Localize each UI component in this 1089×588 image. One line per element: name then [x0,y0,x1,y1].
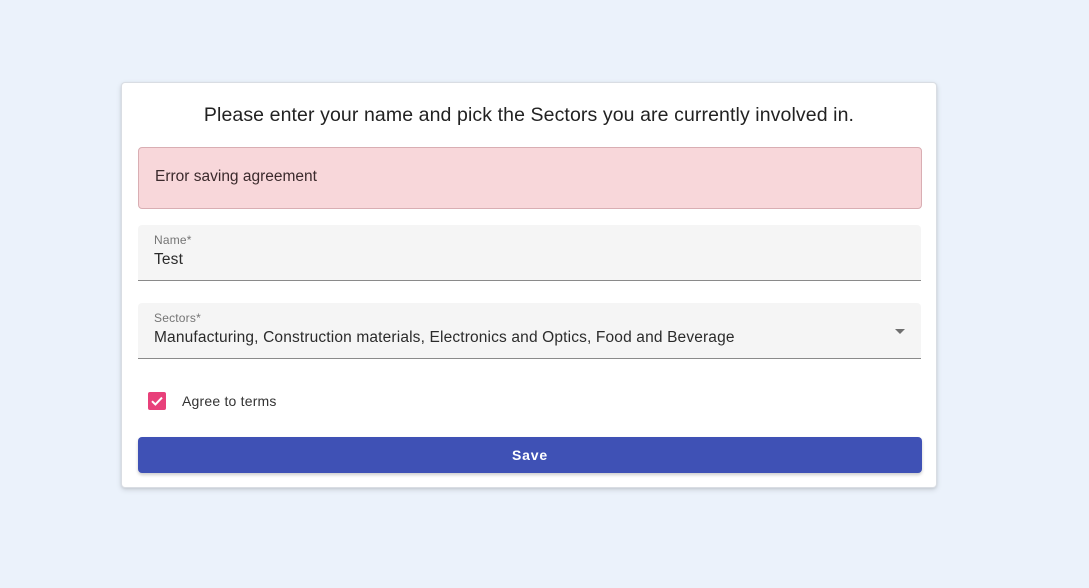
error-alert: Error saving agreement [138,147,922,209]
chevron-down-icon[interactable] [895,329,905,334]
agreement-form-card: Please enter your name and pick the Sect… [121,82,937,488]
check-icon [151,396,163,406]
sectors-select[interactable]: Sectors* Manufacturing, Construction mat… [138,303,921,359]
name-field[interactable]: Name* [138,225,921,281]
sectors-field-label: Sectors* [154,311,201,325]
sectors-selected-value: Manufacturing, Construction materials, E… [154,329,735,346]
name-field-label: Name* [154,233,192,247]
form-title: Please enter your name and pick the Sect… [203,104,855,126]
agree-terms-row[interactable]: Agree to terms [148,391,277,411]
name-input[interactable] [154,249,894,271]
agree-terms-label: Agree to terms [182,393,277,409]
save-button[interactable]: Save [138,437,922,473]
error-message: Error saving agreement [155,168,317,185]
agree-terms-checkbox[interactable] [148,392,166,410]
